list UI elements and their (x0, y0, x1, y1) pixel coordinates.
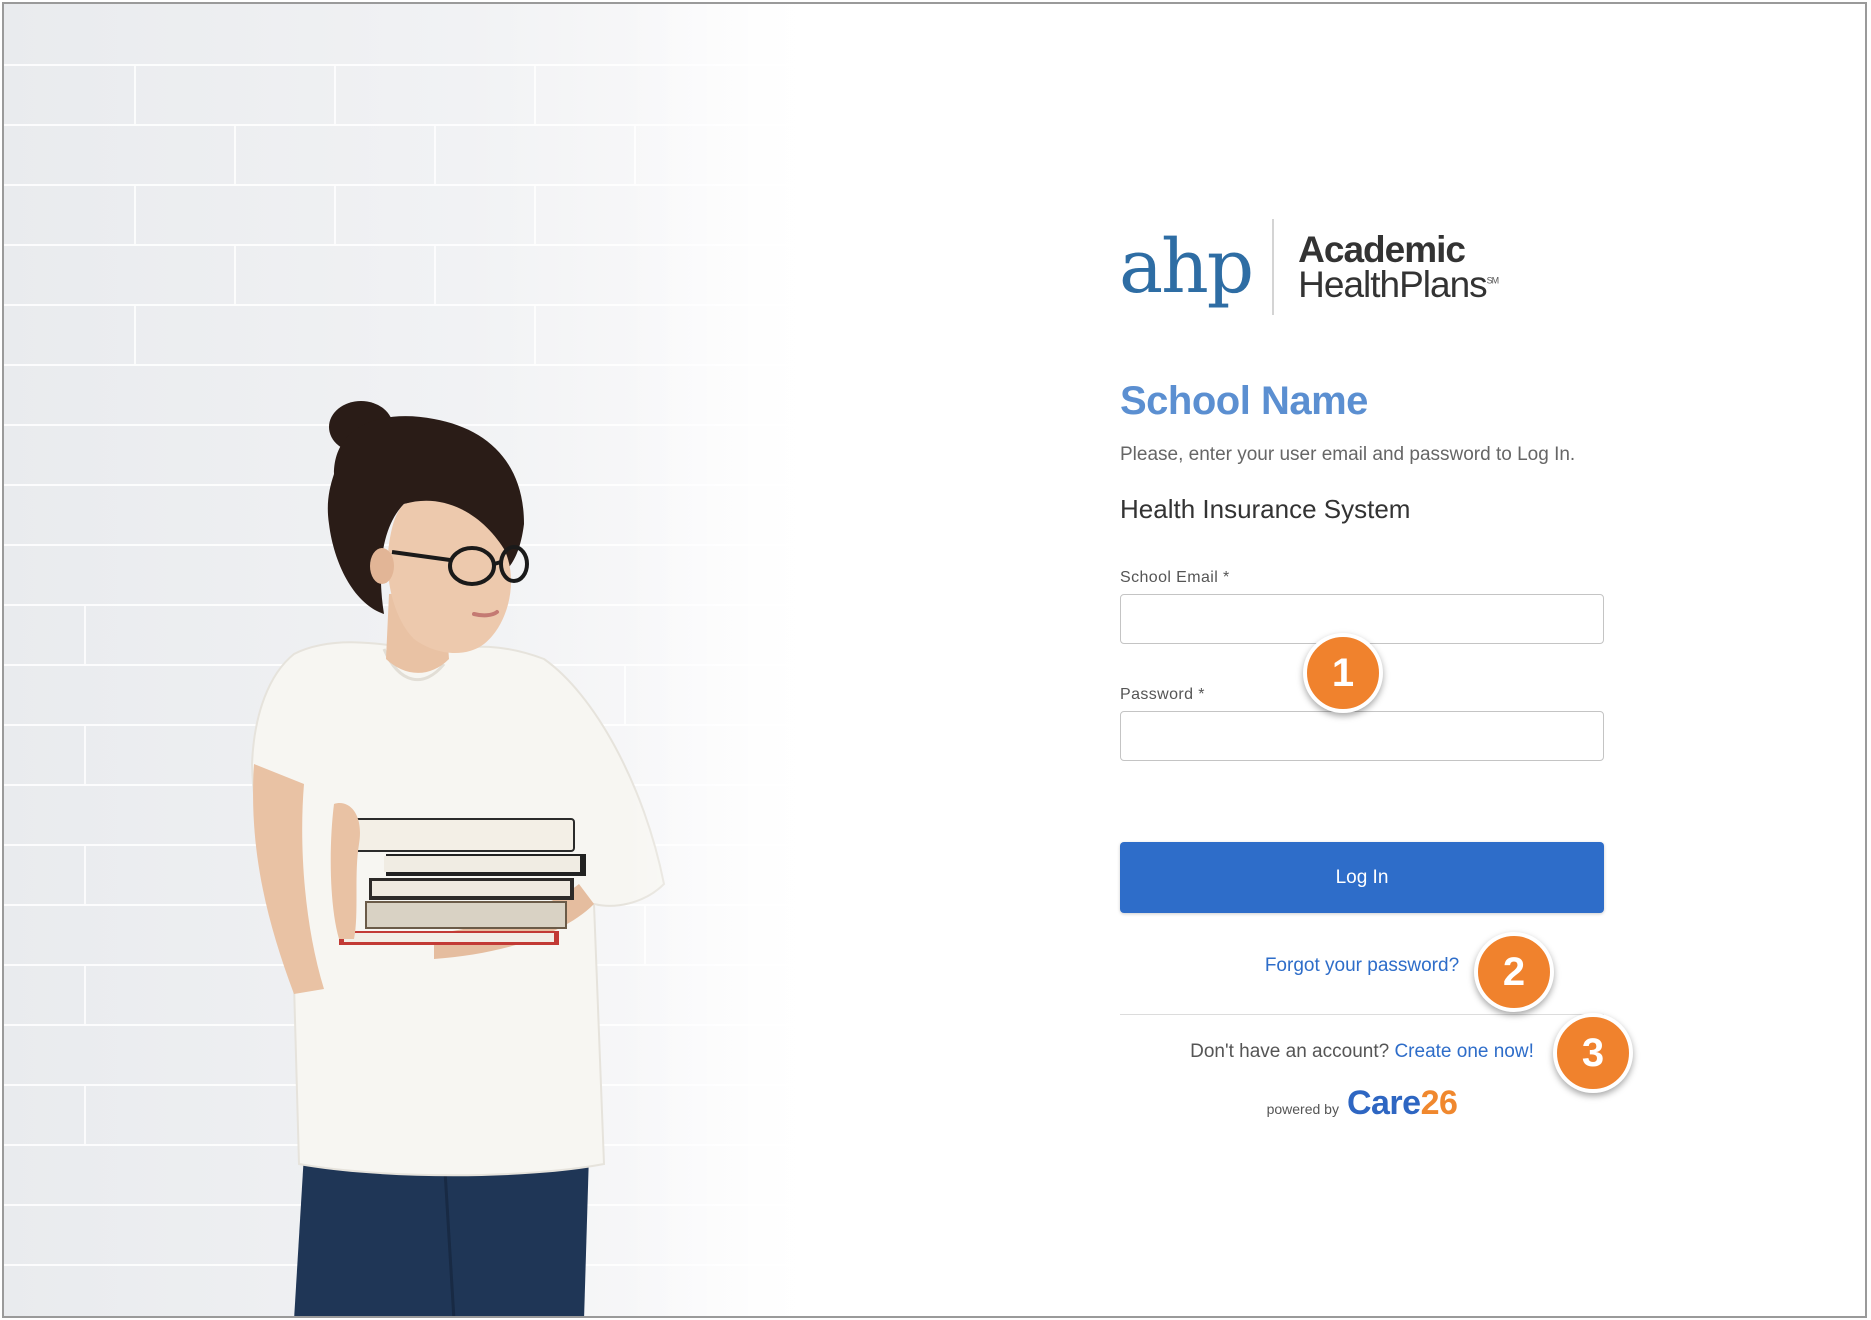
divider (1120, 1014, 1604, 1015)
create-account-link[interactable]: Create one now! (1394, 1041, 1533, 1062)
password-input[interactable] (1120, 711, 1604, 761)
logo-mark: ahp (1119, 223, 1254, 310)
callout-1: 1 (1303, 633, 1383, 713)
care-number: 26 (1420, 1084, 1458, 1122)
care26-logo: Care26 (1346, 1084, 1458, 1123)
logo-trademark: SM (1486, 275, 1499, 286)
logo-divider (1272, 218, 1275, 315)
callout-3: 3 (1553, 1013, 1633, 1093)
logo-wordmark: Academic HealthPlansSM (1298, 228, 1499, 305)
logo-line-2: HealthPlansSM (1298, 263, 1499, 305)
system-title: Health Insurance System (1120, 494, 1411, 524)
email-label: School Email * (1120, 569, 1230, 586)
powered-by: powered by Care26 (1120, 1084, 1604, 1123)
care-word: Care (1346, 1084, 1421, 1122)
no-account-text: Don't have an account? (1190, 1041, 1390, 1062)
signup-row: Don't have an account? Create one now! (1120, 1041, 1604, 1063)
powered-by-text: powered by (1266, 1101, 1339, 1117)
school-name-heading: School Name (1120, 379, 1368, 423)
login-page: ahp Academic HealthPlansSM School Name P… (2, 2, 1867, 1318)
logo-line-2-text: HealthPlans (1298, 263, 1488, 305)
password-label: Password * (1120, 686, 1205, 703)
logo-line-1: Academic (1298, 228, 1466, 270)
academic-healthplans-logo: ahp Academic HealthPlansSM (1119, 214, 1499, 319)
login-button[interactable]: Log In (1120, 842, 1604, 913)
login-instructions: Please, enter your user email and passwo… (1120, 444, 1576, 465)
school-email-input[interactable] (1120, 594, 1604, 644)
callout-2: 2 (1474, 932, 1554, 1012)
student-photo (4, 4, 844, 1316)
